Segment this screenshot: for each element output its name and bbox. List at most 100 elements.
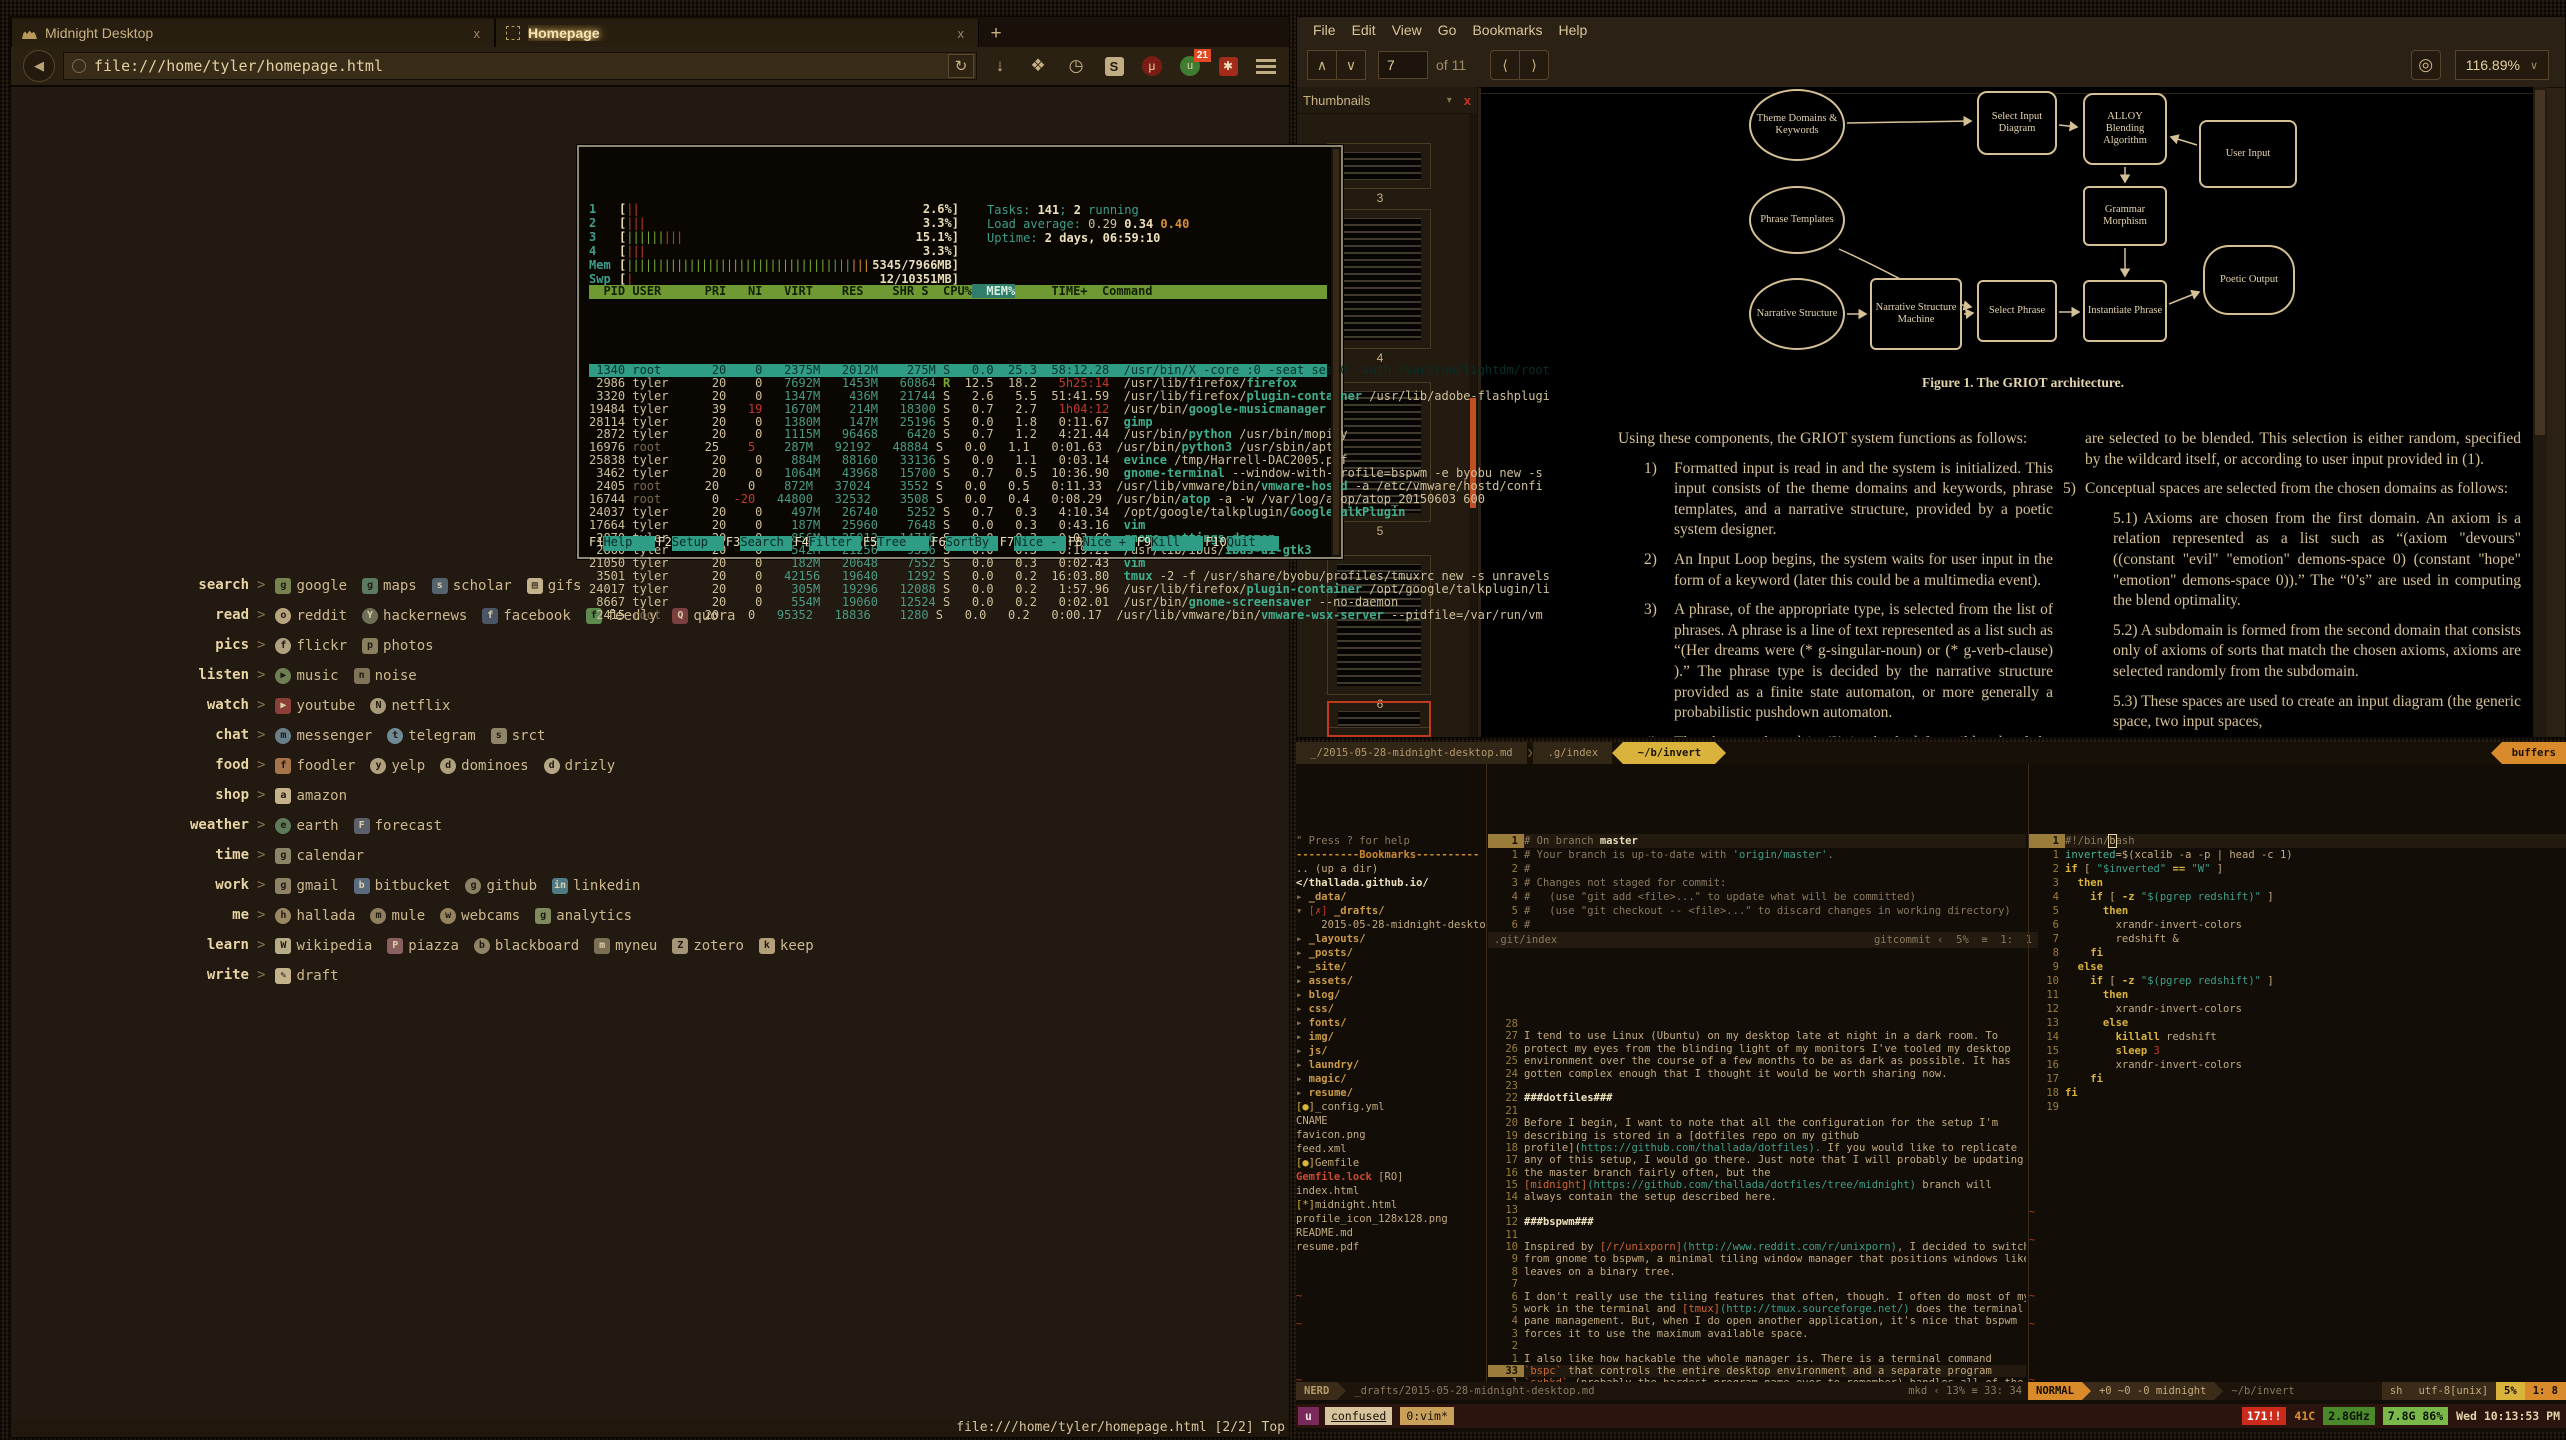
homepage-link[interactable]: s srct <box>491 728 546 744</box>
history-icon[interactable]: ◷ <box>1061 51 1091 81</box>
nerdtree-item[interactable]: Gemfile.lock [RO] <box>1296 1170 1486 1184</box>
menu-item[interactable]: File <box>1313 22 1336 38</box>
vim-tab[interactable]: .g/index <box>1533 742 1612 764</box>
homepage-link[interactable]: d drizly <box>544 758 616 774</box>
nerdtree-item[interactable]: favicon.png <box>1296 1128 1486 1142</box>
menu-item[interactable]: Go <box>1438 22 1457 38</box>
nerdtree-item[interactable]: ▸ css/ <box>1296 1002 1486 1016</box>
homepage-link[interactable]: y yelp <box>370 758 425 774</box>
homepage-link[interactable]: f foodler <box>275 758 355 774</box>
nerdtree-item[interactable]: ▸ js/ <box>1296 1044 1486 1058</box>
page-down-button[interactable]: ∨ <box>1337 50 1366 80</box>
extensions-icon[interactable]: ❖ <box>1023 51 1053 81</box>
markdown-pane[interactable]: 28 27I tend to use Linux (Ubuntu) on my … <box>1488 948 2026 1382</box>
homepage-link[interactable]: g github <box>465 878 537 894</box>
url-bar[interactable]: file:///home/tyler/homepage.html ↻ <box>63 52 977 80</box>
tab-close-icon[interactable]: x <box>954 26 969 41</box>
nerdtree-item[interactable]: </thallada.github.io/ <box>1296 876 1486 890</box>
tab-midnight-desktop[interactable]: Midnight Desktop x <box>11 19 495 47</box>
homepage-link[interactable]: m messenger <box>275 728 372 744</box>
htop-fkey[interactable]: F1 Help <box>589 536 655 551</box>
menu-button[interactable] <box>1251 51 1281 81</box>
menu-item[interactable]: Edit <box>1352 22 1376 38</box>
homepage-link[interactable]: s scholar <box>432 578 512 594</box>
htop-fkey[interactable]: F6 SortBy <box>931 536 997 551</box>
homepage-link[interactable]: h hallada <box>275 908 355 924</box>
sidebar-title[interactable]: Thumbnails <box>1303 93 1370 108</box>
nerdtree-item[interactable]: [●]Gemfile <box>1296 1156 1486 1170</box>
homepage-link[interactable]: m mule <box>370 908 425 924</box>
back-button[interactable]: ◀ <box>23 50 55 82</box>
homepage-link[interactable]: w webcams <box>440 908 520 924</box>
nerdtree-item[interactable]: index.html <box>1296 1184 1486 1198</box>
htop-fkey[interactable]: F5 Tree <box>863 536 929 551</box>
homepage-link[interactable]: d dominoes <box>440 758 528 774</box>
history-back-button[interactable]: ⟨ <box>1490 50 1520 80</box>
zoom-dropdown[interactable]: 116.89% ∨ <box>2455 50 2549 80</box>
homepage-link[interactable]: o reddit <box>275 608 347 624</box>
shell-script-pane[interactable]: 1#!/bin/bash 1inverted=$(xcalib -a -p | … <box>2028 764 2566 1382</box>
new-tab-button[interactable]: + <box>979 21 1013 47</box>
htop-fkey[interactable]: F7 Nice - <box>1000 536 1066 551</box>
homepage-link[interactable]: Z zotero <box>672 938 744 954</box>
menu-item[interactable]: View <box>1392 22 1422 38</box>
htop-table-header[interactable]: PID USER PRI NI VIRT RES SHR S CPU% MEM%… <box>589 285 1327 299</box>
nerdtree-item[interactable]: ▸ _data/ <box>1296 890 1486 904</box>
homepage-link[interactable]: b blackboard <box>474 938 579 954</box>
htop-scrollbar[interactable] <box>1331 147 1341 557</box>
menu-item[interactable]: Help <box>1559 22 1588 38</box>
htop-fkey[interactable]: F4 Filter <box>794 536 860 551</box>
htop-terminal-window[interactable]: 1 [ ||2.6% ] 2 [ |||3.3% ] 3 [ |||||||||… <box>577 145 1343 559</box>
nerdtree-item[interactable]: [●]_config.yml <box>1296 1100 1486 1114</box>
nerdtree-item[interactable]: resume.pdf <box>1296 1240 1486 1254</box>
homepage-link[interactable]: F forecast <box>354 818 442 834</box>
homepage-link[interactable]: g gmail <box>275 878 338 894</box>
homepage-link[interactable]: W wikipedia <box>275 938 372 954</box>
history-forward-button[interactable]: ⟩ <box>1520 50 1549 80</box>
nerdtree-item[interactable]: ▸ laundry/ <box>1296 1058 1486 1072</box>
nerdtree-item[interactable]: ▸ assets/ <box>1296 974 1486 988</box>
scriptsafe-icon[interactable]: ✱ <box>1213 51 1243 81</box>
nerdtree-item[interactable]: ▸ img/ <box>1296 1030 1486 1044</box>
nerdtree-item[interactable]: .. (up a dir) <box>1296 862 1486 876</box>
download-icon[interactable]: ↓ <box>985 51 1015 81</box>
nerdtree-item[interactable]: ▾ [✗] _drafts/ <box>1296 904 1486 918</box>
homepage-link[interactable]: t telegram <box>387 728 475 744</box>
chevron-down-icon[interactable]: ▾ <box>1447 95 1452 106</box>
umatrix-icon[interactable]: μ <box>1137 51 1167 81</box>
homepage-link[interactable]: m myneu <box>594 938 657 954</box>
reload-icon[interactable]: ↻ <box>948 54 974 78</box>
homepage-link[interactable]: in linkedin <box>552 878 640 894</box>
htop-fkey[interactable]: F2 Setup <box>657 536 723 551</box>
nerdtree-item[interactable]: ▸ resume/ <box>1296 1086 1486 1100</box>
homepage-link[interactable]: g maps <box>362 578 417 594</box>
git-commit-pane[interactable]: 1# On branch master 1# Your branch is up… <box>1488 764 2026 932</box>
tab-homepage[interactable]: Homepage x <box>495 19 979 47</box>
tmux-window-label[interactable]: 0:vim* <box>1400 1407 1454 1425</box>
homepage-link[interactable]: n noise <box>354 668 417 684</box>
homepage-link[interactable]: k keep <box>759 938 814 954</box>
nerdtree-item[interactable]: README.md <box>1296 1226 1486 1240</box>
homepage-link[interactable]: ▶ music <box>275 668 338 684</box>
homepage-link[interactable]: p photos <box>362 638 434 654</box>
nerdtree-item[interactable]: ▸ _posts/ <box>1296 946 1486 960</box>
homepage-link[interactable]: P piazza <box>387 938 459 954</box>
tmux-session-name[interactable]: confused <box>1325 1407 1392 1425</box>
homepage-link[interactable]: ▤ gifs <box>527 578 582 594</box>
homepage-link[interactable]: Y hackernews <box>362 608 467 624</box>
ublock-icon[interactable]: u 21 <box>1175 51 1205 81</box>
nerdtree-item[interactable]: ▸ blog/ <box>1296 988 1486 1002</box>
homepage-link[interactable]: g calendar <box>275 848 363 864</box>
nerdtree-item[interactable]: ▸ _site/ <box>1296 960 1486 974</box>
homepage-link[interactable]: f flickr <box>275 638 347 654</box>
nerdtree-pane[interactable]: " Press ? for help----------Bookmarks---… <box>1296 764 1487 1382</box>
homepage-link[interactable]: b bitbucket <box>354 878 451 894</box>
homepage-link[interactable]: ✎ draft <box>275 968 338 984</box>
homepage-link[interactable]: e earth <box>275 818 338 834</box>
nerdtree-item[interactable]: profile_icon_128x128.png <box>1296 1212 1486 1226</box>
homepage-link[interactable]: a amazon <box>275 788 347 804</box>
htop-fkey[interactable]: F9 Kill <box>1137 536 1203 551</box>
pdf-scrollbar[interactable] <box>2533 87 2547 737</box>
nerdtree-item[interactable]: ▸ magic/ <box>1296 1072 1486 1086</box>
htop-fkey[interactable]: F3 Search <box>726 536 792 551</box>
